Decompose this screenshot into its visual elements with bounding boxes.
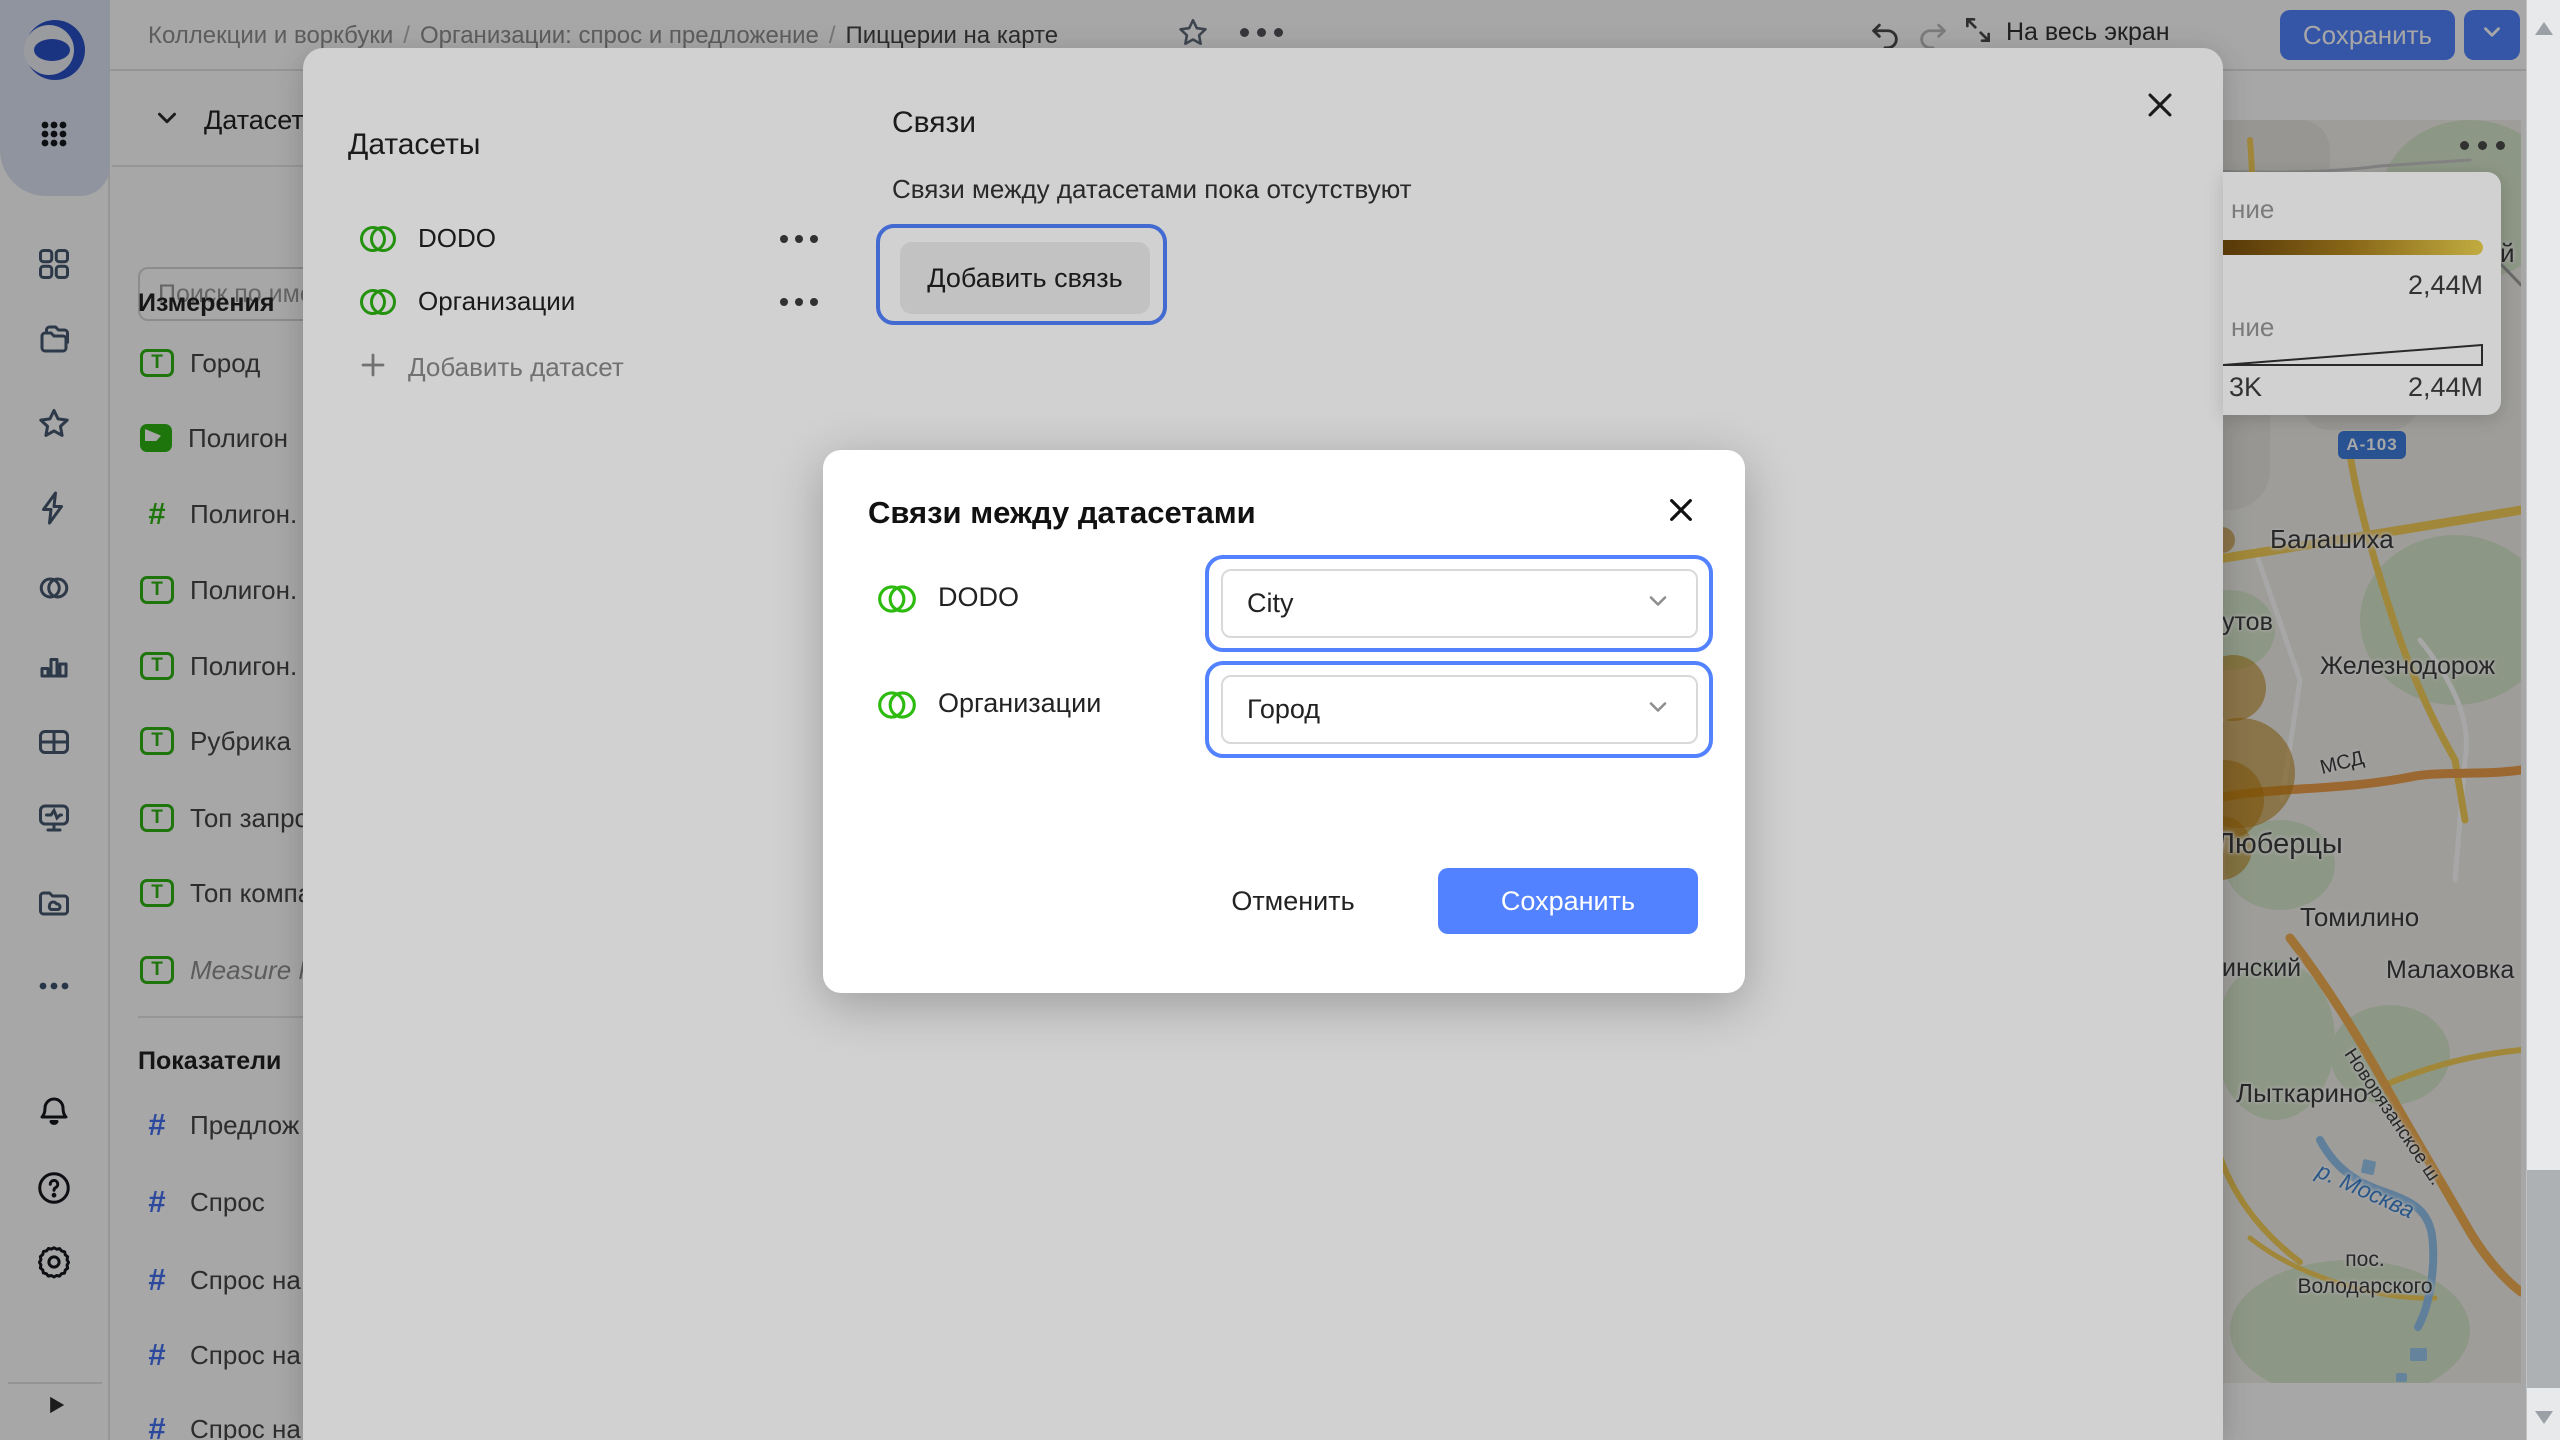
field-select-value: City bbox=[1247, 588, 1644, 619]
save-link-button[interactable]: Сохранить bbox=[1438, 868, 1698, 934]
modal-dataset-row: Организации bbox=[876, 688, 1101, 719]
modal-dataset-name: DODO bbox=[938, 582, 1019, 613]
dataset-icon bbox=[876, 584, 916, 612]
modal-dataset-name: Организации bbox=[938, 688, 1101, 719]
modal-close-icon[interactable] bbox=[1665, 494, 1697, 529]
scrollbar-up-icon[interactable] bbox=[2535, 22, 2553, 35]
field-select-value: Город bbox=[1247, 694, 1644, 725]
modal-title: Связи между датасетами bbox=[868, 495, 1256, 531]
modal-dataset-row: DODO bbox=[876, 582, 1019, 613]
field-select-focus-ring: Город bbox=[1205, 661, 1713, 758]
app-root: Коллекции и воркбуки / Организации: спро… bbox=[0, 0, 2560, 1440]
scrollbar-thumb[interactable] bbox=[2527, 0, 2560, 1170]
field-select[interactable]: City bbox=[1221, 569, 1698, 638]
page-scrollbar[interactable] bbox=[2526, 0, 2560, 1440]
chevron-down-icon bbox=[1644, 587, 1672, 620]
dataset-icon bbox=[876, 690, 916, 718]
field-select-focus-ring: City bbox=[1205, 555, 1713, 652]
scrollbar-down-icon[interactable] bbox=[2535, 1411, 2553, 1424]
field-select[interactable]: Город bbox=[1221, 675, 1698, 744]
chevron-down-icon bbox=[1644, 693, 1672, 726]
cancel-button[interactable]: Отменить bbox=[1203, 868, 1383, 934]
